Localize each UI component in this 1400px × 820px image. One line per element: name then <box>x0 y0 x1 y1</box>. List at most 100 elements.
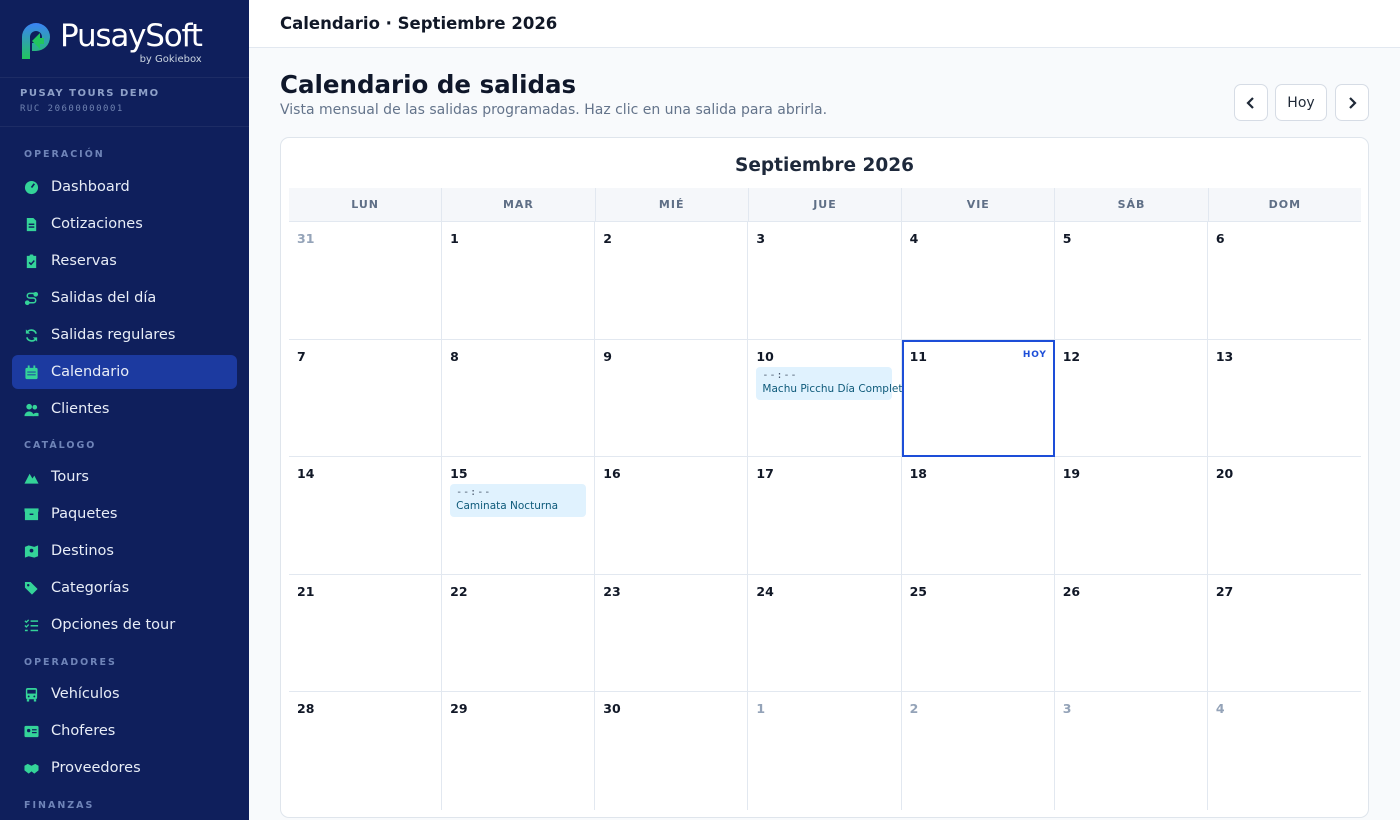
day-cell[interactable]: 29 <box>442 692 596 810</box>
map-pin-icon <box>24 544 39 559</box>
weekday-thu: JUE <box>749 188 903 221</box>
day-cell[interactable]: 19 <box>1054 457 1208 575</box>
gauge-icon <box>24 180 39 195</box>
day-cell[interactable]: 23 <box>595 574 749 693</box>
day-cell[interactable]: 5 <box>1054 222 1208 340</box>
sidebar-item-vehículos[interactable]: Vehículos <box>12 677 237 711</box>
day-cell[interactable]: 3 <box>1054 692 1208 810</box>
sidebar-item-label: Paquetes <box>51 506 118 522</box>
brand-logo[interactable]: PusaySoft by Gokiebox <box>0 0 249 78</box>
day-number: 10 <box>756 348 774 364</box>
day-cell[interactable]: 12 <box>1054 339 1208 458</box>
sidebar-item-clientes[interactable]: Clientes <box>12 392 237 426</box>
day-cell[interactable]: 27 <box>1207 574 1361 693</box>
prev-month-button[interactable] <box>1234 84 1268 121</box>
sidebar-item-label: Clientes <box>51 401 110 417</box>
day-cell[interactable]: 10 --:-- Machu Picchu Día Completo <box>748 339 909 458</box>
weekday-tue: MAR <box>442 188 596 221</box>
sidebar-item-paquetes[interactable]: Paquetes <box>12 497 237 531</box>
sidebar-item-dashboard[interactable]: Dashboard <box>12 170 237 204</box>
day-number: 24 <box>756 583 774 599</box>
day-cell[interactable]: 3 <box>748 222 902 340</box>
day-cell[interactable]: 20 <box>1207 457 1361 575</box>
weekday-wed: MIÉ <box>596 188 749 221</box>
day-number: 17 <box>756 466 774 482</box>
sidebar-item-choferes[interactable]: Choferes <box>12 714 237 748</box>
day-cell[interactable]: 30 <box>595 692 749 810</box>
day-cell[interactable]: 21 <box>289 574 443 693</box>
day-number: 3 <box>1062 701 1072 717</box>
page-title: Calendario de salidas <box>280 70 577 99</box>
sidebar-item-label: Proveedores <box>51 760 141 776</box>
day-cell[interactable]: 31 <box>289 222 443 340</box>
today-badge: HOY <box>1022 349 1047 360</box>
day-number: 28 <box>297 701 315 717</box>
logo-mark-icon <box>18 19 54 63</box>
file-invoice-icon <box>24 217 39 232</box>
day-cell[interactable]: 4 <box>1207 692 1361 810</box>
day-number: 13 <box>1215 348 1234 364</box>
next-month-button[interactable] <box>1335 84 1369 121</box>
sidebar-item-reservas[interactable]: Reservas <box>12 244 237 278</box>
day-cell[interactable]: 7 <box>289 339 443 458</box>
day-cell[interactable]: 14 <box>289 457 443 575</box>
day-cell[interactable]: 22 <box>442 574 596 693</box>
sidebar-item-destinos[interactable]: Destinos <box>12 534 237 568</box>
day-cell[interactable]: 4 <box>901 222 1055 340</box>
day-cell[interactable]: 13 <box>1207 339 1361 458</box>
day-cell[interactable]: 24 <box>748 574 902 693</box>
day-number: 6 <box>1215 231 1225 246</box>
day-cell[interactable]: 16 <box>595 457 749 575</box>
sidebar-item-label: Vehículos <box>51 686 120 702</box>
day-number: 31 <box>297 231 315 246</box>
day-cell[interactable]: 1 <box>442 222 596 340</box>
sidebar-item-label: Opciones de tour <box>51 617 176 633</box>
day-cell[interactable]: 6 <box>1207 222 1361 340</box>
sidebar-item-cotizaciones[interactable]: Cotizaciones <box>12 207 237 241</box>
day-number: 27 <box>1215 583 1234 599</box>
day-cell[interactable]: 2 <box>901 692 1055 810</box>
chevron-left-icon <box>1246 96 1254 109</box>
brand-text: PusaySoft by Gokiebox <box>60 18 203 65</box>
sidebar-item-label: Salidas del día <box>51 290 157 306</box>
day-number: 4 <box>1215 701 1225 717</box>
day-cell[interactable]: 26 <box>1054 574 1208 693</box>
day-cell[interactable]: 2 <box>595 222 749 340</box>
calendar-event[interactable]: --:-- Caminata Nocturna <box>450 484 587 518</box>
day-cell[interactable]: 25 <box>901 574 1055 693</box>
day-number: 2 <box>909 701 919 717</box>
day-number: 26 <box>1062 583 1081 599</box>
day-cell[interactable]: 1 <box>748 692 902 810</box>
day-number: 3 <box>756 231 766 246</box>
sidebar-item-salidas-regulares[interactable]: Salidas regulares <box>12 318 237 352</box>
weekday-sat: SÁB <box>1055 188 1209 221</box>
day-cell[interactable]: 15 --:-- Caminata Nocturna <box>442 457 596 575</box>
day-cell[interactable]: 28 <box>289 692 443 810</box>
mountain-icon <box>24 470 39 485</box>
day-number: 21 <box>297 583 315 599</box>
sidebar-item-categorías[interactable]: Categorías <box>12 571 237 605</box>
month-title: Septiembre 2026 <box>735 155 914 176</box>
day-number: 18 <box>909 466 927 482</box>
sidebar-item-opciones-de-tour[interactable]: Opciones de tour <box>12 608 237 642</box>
day-cell[interactable]: 17 <box>748 457 902 575</box>
event-time: --:-- <box>456 487 492 499</box>
handshake-icon <box>24 761 39 776</box>
sidebar-item-proveedores[interactable]: Proveedores <box>12 751 237 785</box>
day-number: 16 <box>603 466 621 482</box>
calendar-event[interactable]: --:-- Machu Picchu Día Completo <box>756 366 909 400</box>
sidebar-item-calendario[interactable]: Calendario <box>12 355 237 389</box>
day-number: 23 <box>603 583 621 599</box>
day-cell-today[interactable]: 11 HOY <box>901 339 1055 458</box>
calendar-card: Septiembre 2026 LUN MAR MIÉ JUE VIE SÁB … <box>280 137 1369 818</box>
sidebar-item-tours[interactable]: Tours <box>12 460 237 494</box>
topbar: Calendario · Septiembre 2026 <box>249 0 1400 48</box>
today-button[interactable]: Hoy <box>1275 84 1327 121</box>
day-cell[interactable]: 9 <box>595 339 749 458</box>
sidebar-item-label: Cotizaciones <box>51 216 143 232</box>
brand-name: PusaySoft <box>60 18 203 54</box>
sidebar-item-salidas-del-día[interactable]: Salidas del día <box>12 281 237 315</box>
day-cell[interactable]: 18 <box>901 457 1055 575</box>
sidebar-item-label: Calendario <box>51 364 130 380</box>
day-cell[interactable]: 8 <box>442 339 596 458</box>
